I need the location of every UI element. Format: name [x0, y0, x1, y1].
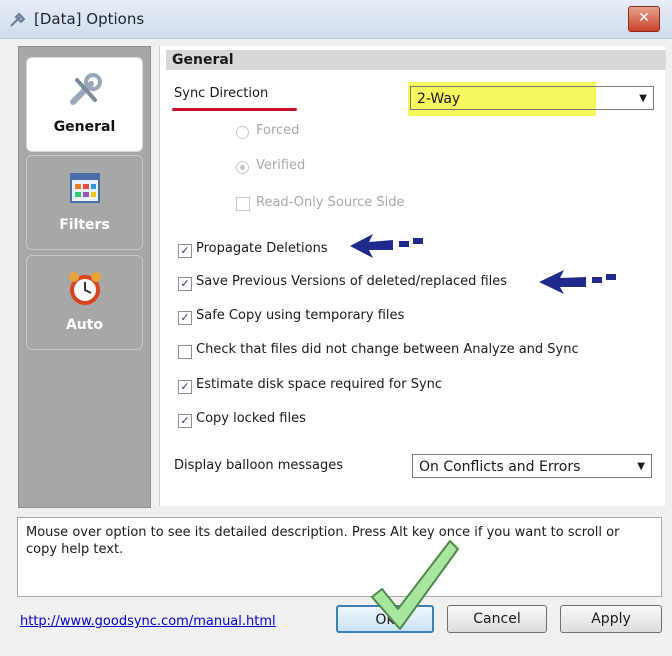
save-previous-versions-checkbox[interactable]: ✓: [178, 277, 192, 291]
cancel-button[interactable]: Cancel: [447, 605, 547, 633]
alarm-clock-icon: [69, 272, 101, 305]
forced-label: Forced: [256, 123, 300, 138]
safe-copy-checkbox[interactable]: ✓: [178, 311, 192, 325]
check-files-changed-checkbox[interactable]: [178, 345, 192, 359]
estimate-disk-space-checkbox[interactable]: ✓: [178, 380, 192, 394]
sidebar-item-filters[interactable]: Filters: [26, 155, 143, 250]
chevron-down-icon: ▼: [637, 461, 645, 472]
balloon-messages-value: On Conflicts and Errors: [419, 459, 581, 475]
general-panel: General Sync Direction 2-Way ▼ Forced Ve…: [159, 46, 666, 506]
chevron-down-icon: ▼: [639, 93, 647, 104]
sidebar-item-auto[interactable]: Auto: [26, 255, 143, 350]
balloon-messages-label: Display balloon messages: [174, 458, 343, 473]
app-icon: [10, 12, 26, 27]
save-previous-versions-label: Save Previous Versions of deleted/replac…: [196, 274, 508, 289]
apply-button[interactable]: Apply: [560, 605, 662, 633]
sidebar-item-general[interactable]: General: [26, 57, 143, 152]
grid-icon: [70, 173, 100, 203]
window-title: [Data] Options: [34, 10, 145, 28]
annotation-underline: [172, 108, 297, 111]
sidebar-item-label: General: [53, 119, 116, 135]
sync-direction-select[interactable]: 2-Way ▼: [410, 86, 654, 110]
sidebar-item-label: Auto: [65, 317, 104, 333]
sidebar: General Filters Auto: [18, 46, 151, 508]
copy-locked-files-label: Copy locked files: [196, 411, 306, 426]
panel-header: General: [166, 50, 666, 70]
sync-direction-label: Sync Direction: [174, 86, 269, 101]
manual-link[interactable]: http://www.goodsync.com/manual.html: [20, 614, 276, 629]
propagate-deletions-label: Propagate Deletions: [196, 241, 328, 256]
readonly-source-checkbox[interactable]: [236, 197, 250, 211]
balloon-messages-select[interactable]: On Conflicts and Errors ▼: [412, 454, 652, 478]
close-button[interactable]: ✕: [628, 6, 660, 32]
ok-button[interactable]: Ok: [336, 605, 434, 633]
forced-radio[interactable]: [236, 126, 249, 139]
help-text-area[interactable]: Mouse over option to see its detailed de…: [17, 517, 662, 597]
safe-copy-label: Safe Copy using temporary files: [196, 308, 405, 323]
readonly-source-label: Read-Only Source Side: [256, 195, 405, 210]
verified-label: Verified: [256, 158, 306, 173]
check-files-changed-label: Check that files did not change between …: [196, 342, 579, 357]
annotation-arrow-icon: [539, 270, 616, 294]
title-bar: [Data] Options ✕: [0, 0, 672, 39]
estimate-disk-space-label: Estimate disk space required for Sync: [196, 377, 443, 392]
sidebar-item-label: Filters: [59, 217, 110, 233]
copy-locked-files-checkbox[interactable]: ✓: [178, 414, 192, 428]
propagate-deletions-checkbox[interactable]: ✓: [178, 244, 192, 258]
verified-radio[interactable]: [236, 161, 249, 174]
sync-direction-value: 2-Way: [417, 91, 461, 107]
wrench-icon: [70, 73, 102, 105]
annotation-arrow-icon: [350, 234, 423, 258]
